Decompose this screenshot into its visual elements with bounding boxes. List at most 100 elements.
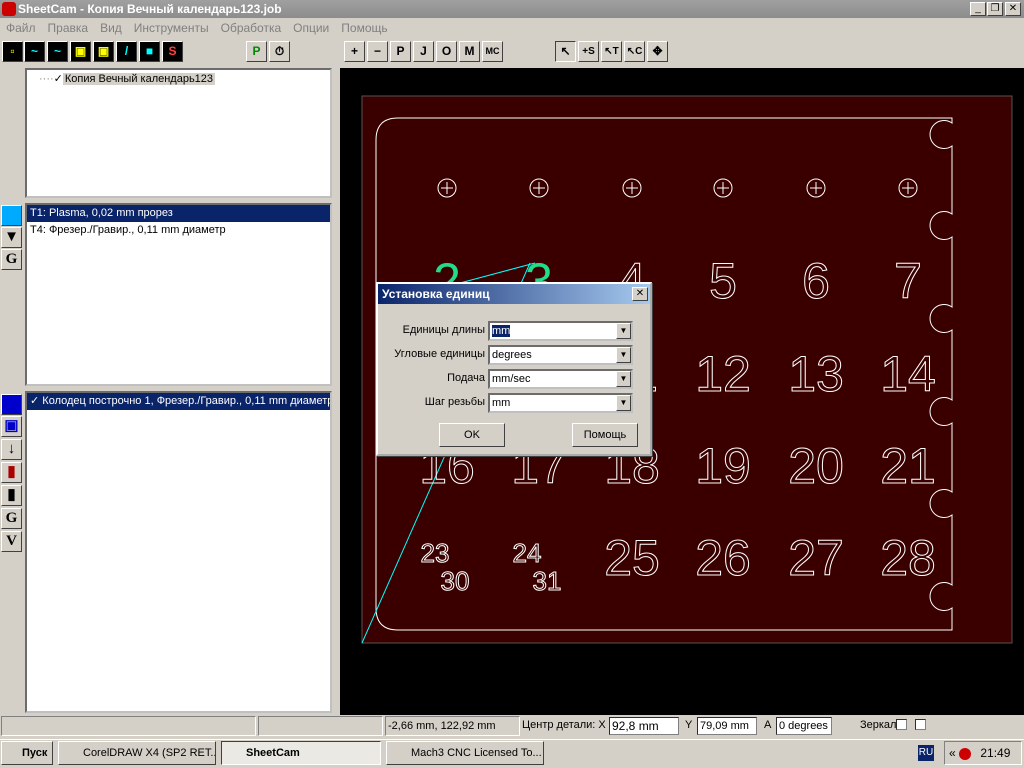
- units-dialog: Установка единиц ✕ Единицы длины mm ▼ Угло…: [376, 282, 652, 456]
- calendar-number: 28: [880, 530, 936, 586]
- menu-process[interactable]: Обработка: [215, 21, 288, 35]
- app-icon: [2, 2, 16, 16]
- title-bar: SheetCam - Копия Вечный календарь123.job: [0, 0, 1024, 18]
- contour-icon[interactable]: ▣: [70, 41, 91, 62]
- timer-icon[interactable]: ⏱: [269, 41, 290, 62]
- select-center-icon[interactable]: ↖C: [624, 41, 645, 62]
- menu-options[interactable]: Опции: [287, 21, 335, 35]
- angle-units-select[interactable]: degrees ▼: [488, 345, 633, 365]
- line-icon[interactable]: ~: [24, 41, 45, 62]
- mirror-y-checkbox[interactable]: [915, 719, 926, 730]
- start-button[interactable]: Пуск: [1, 741, 53, 765]
- calendar-number: 26: [695, 530, 751, 586]
- calendar-number: 31: [533, 566, 562, 596]
- close-button[interactable]: ✕: [1005, 2, 1021, 16]
- help-button[interactable]: Помощь: [572, 423, 638, 447]
- calendar-number: 12: [695, 346, 751, 402]
- operations-list: ✓ Колодец построчно 1, Фрезер./Гравир., …: [25, 391, 332, 713]
- thread-op-icon[interactable]: ▮: [1, 485, 22, 506]
- v-carve-op-button[interactable]: V: [1, 531, 22, 552]
- tool-item[interactable]: T1: Plasma, 0,02 mm прорез: [27, 205, 330, 222]
- operation-label: Колодец построчно 1, Фрезер./Гравир., 0,…: [42, 395, 330, 407]
- select-start-icon[interactable]: +S: [578, 41, 599, 62]
- calendar-number: 21: [880, 438, 936, 494]
- calendar-number: 24: [513, 538, 542, 568]
- thread-pitch-label: Шаг резьбы: [424, 396, 485, 408]
- zoom-out-icon[interactable]: −: [367, 41, 388, 62]
- start-point-icon[interactable]: S: [162, 41, 183, 62]
- tools-list: T1: Plasma, 0,02 mm прорез T4: Фрезер./Г…: [25, 203, 332, 386]
- angle-input[interactable]: 0 degrees: [776, 717, 832, 735]
- toolbar: ▫ ~ ~ ▣ ▣ / ■ S P ⏱ + − P J O M MC ↖ +S …: [0, 39, 1024, 65]
- menu-tools[interactable]: Инструменты: [128, 21, 215, 35]
- taskbar-sheetcam[interactable]: SheetCam: [221, 741, 381, 765]
- center-x-input[interactable]: 92,8 mm: [609, 717, 679, 735]
- check-icon[interactable]: ✓: [54, 73, 63, 85]
- minimize-button[interactable]: _: [970, 2, 986, 16]
- calendar-number: 23: [421, 538, 450, 568]
- dialog-close-button[interactable]: ✕: [632, 287, 648, 301]
- thread-pitch-select[interactable]: mm ▼: [488, 393, 633, 413]
- drill-op-icon[interactable]: ↓: [1, 439, 22, 460]
- contour-op-icon[interactable]: ▣: [1, 416, 22, 437]
- language-indicator[interactable]: RU: [918, 745, 934, 761]
- post-process-button[interactable]: P: [246, 41, 267, 62]
- y-label: Y: [685, 719, 693, 731]
- feed-units-select[interactable]: mm/sec ▼: [488, 369, 633, 389]
- tool-item[interactable]: T4: Фрезер./Гравир., 0,11 mm диаметр: [27, 222, 330, 239]
- menu-view[interactable]: Вид: [94, 21, 128, 35]
- tap-op-icon[interactable]: ▮: [1, 462, 22, 483]
- calendar-number: 14: [880, 346, 936, 402]
- menu-bar: Файл Правка Вид Инструменты Обработка Оп…: [0, 18, 1024, 38]
- length-units-select[interactable]: mm ▼: [488, 321, 633, 341]
- mirror-x-checkbox[interactable]: [896, 719, 907, 730]
- angle-units-label: Угловые единицы: [394, 348, 485, 360]
- operation-item[interactable]: ✓ Колодец построчно 1, Фрезер./Гравир., …: [27, 393, 330, 410]
- menu-file[interactable]: Файл: [0, 21, 42, 35]
- chevron-down-icon[interactable]: ▼: [616, 395, 631, 411]
- zoom-job-icon[interactable]: J: [413, 41, 434, 62]
- calendar-number: 30: [441, 566, 470, 596]
- operation-icon[interactable]: [1, 394, 22, 415]
- select-pointer-icon[interactable]: ↖: [555, 41, 576, 62]
- pocket-icon[interactable]: ▣: [93, 41, 114, 62]
- fill-icon[interactable]: ■: [139, 41, 160, 62]
- plasma-tool-icon[interactable]: [1, 205, 22, 226]
- taskbar-mach3[interactable]: Mach3 CNC Licensed To...: [386, 741, 544, 765]
- drill-line-icon[interactable]: /: [116, 41, 137, 62]
- calendar-number: 13: [788, 346, 844, 402]
- menu-edit[interactable]: Правка: [42, 21, 95, 35]
- check-icon[interactable]: ✓: [30, 395, 39, 407]
- calendar-number: 19: [695, 438, 751, 494]
- tree-item-label: Копия Вечный календарь123: [62, 73, 216, 85]
- chevron-down-icon[interactable]: ▼: [616, 371, 631, 387]
- zoom-object-icon[interactable]: O: [436, 41, 457, 62]
- select-text-icon[interactable]: ↖T: [601, 41, 622, 62]
- tree-item[interactable]: ····✓ Копия Вечный календарь123: [27, 70, 330, 85]
- status-field: [258, 716, 383, 736]
- calendar-number: 7: [894, 253, 922, 309]
- router-tool-icon[interactable]: ▼: [1, 227, 22, 248]
- maximize-button[interactable]: ❐: [987, 2, 1003, 16]
- chevron-down-icon[interactable]: ▼: [616, 347, 631, 363]
- zoom-in-icon[interactable]: +: [344, 41, 365, 62]
- draw-shapes-icon[interactable]: ▫: [2, 41, 23, 62]
- polyline-icon[interactable]: ~: [47, 41, 68, 62]
- taskbar-coreldraw[interactable]: CorelDRAW X4 (SP2 RET...: [58, 741, 216, 765]
- status-field: [1, 716, 256, 736]
- menu-help[interactable]: Помощь: [335, 21, 393, 35]
- antivirus-icon[interactable]: [959, 747, 972, 760]
- calendar-number: 6: [802, 253, 830, 309]
- move-icon[interactable]: ✥: [647, 41, 668, 62]
- chevron-left-icon[interactable]: «: [949, 746, 956, 760]
- zoom-part-icon[interactable]: P: [390, 41, 411, 62]
- chevron-down-icon[interactable]: ▼: [616, 323, 631, 339]
- feed-units-label: Подача: [447, 372, 485, 384]
- center-y-input[interactable]: 79,09 mm: [697, 717, 757, 735]
- g-code-tool-button[interactable]: G: [1, 249, 22, 270]
- zoom-machine-icon[interactable]: M: [459, 41, 480, 62]
- g-code-op-button[interactable]: G: [1, 508, 22, 529]
- center-label: Центр детали: X: [522, 719, 606, 731]
- ok-button[interactable]: OK: [439, 423, 505, 447]
- zoom-mc-icon[interactable]: MC: [482, 41, 503, 62]
